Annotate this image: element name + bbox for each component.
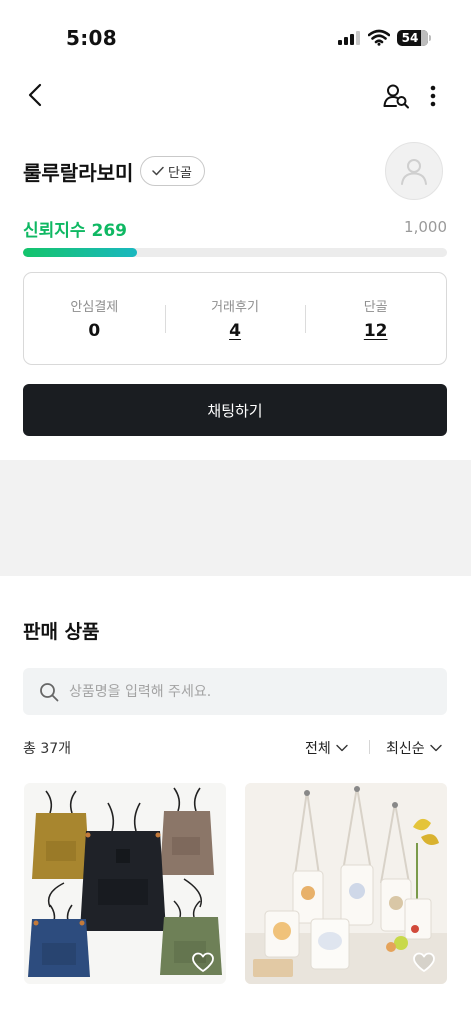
product-card-tumbler-bags[interactable] <box>245 783 447 984</box>
profile-name: 룰루랄라보미 <box>23 161 134 185</box>
wifi-icon <box>367 29 391 50</box>
stats-box: 안심결제 0 거래후기 4 단골 12 <box>23 272 447 365</box>
favorite-button[interactable] <box>190 950 216 974</box>
stat-label: 안심결제 <box>70 300 119 315</box>
heart-icon <box>192 952 214 972</box>
user-search-icon <box>383 84 409 109</box>
trust-score-value: 269 <box>91 221 127 241</box>
battery-icon: 54 <box>397 30 428 46</box>
stat-value[interactable]: 12 <box>364 321 388 341</box>
chevron-down-icon <box>336 744 348 752</box>
more-options-button[interactable] <box>421 80 445 112</box>
avatar-placeholder-icon <box>401 159 427 185</box>
more-vertical-icon <box>430 85 436 107</box>
avatar[interactable] <box>385 142 443 200</box>
filter-divider <box>369 740 370 754</box>
category-filter-label: 전체 <box>305 741 331 757</box>
sort-label: 최신순 <box>386 741 425 757</box>
regular-badge-label: 단골 <box>168 165 192 181</box>
product-card-aprons[interactable] <box>24 783 226 984</box>
stat-label: 거래후기 <box>211 300 259 315</box>
products-section-title: 판매 상품 <box>23 621 100 643</box>
battery-level: 54 <box>401 31 419 45</box>
check-icon <box>152 166 164 176</box>
trust-score-label: 신뢰지수 269 <box>23 216 127 241</box>
product-search-input[interactable] <box>69 683 409 700</box>
trust-score-bar <box>23 248 447 257</box>
trust-score-max: 1,000 <box>404 218 447 236</box>
product-search-box[interactable] <box>23 668 447 715</box>
stat-item[interactable]: 단골 12 <box>305 273 446 364</box>
section-divider <box>0 460 471 576</box>
stat-value[interactable]: 4 <box>229 321 241 341</box>
heart-icon <box>413 952 435 972</box>
category-filter-dropdown[interactable]: 전체 <box>305 738 348 758</box>
stat-item[interactable]: 거래후기 4 <box>164 273 306 364</box>
search-icon <box>39 682 59 702</box>
back-button[interactable] <box>20 80 50 110</box>
favorite-button[interactable] <box>411 950 437 974</box>
trust-score-title: 신뢰지수 <box>23 221 86 241</box>
regular-customer-button[interactable]: 단골 <box>140 156 205 186</box>
status-time: 5:08 <box>66 26 117 50</box>
total-product-count: 총 37개 <box>23 741 72 757</box>
stat-value: 0 <box>88 321 101 341</box>
chat-button[interactable]: 채팅하기 <box>23 384 447 436</box>
stat-label: 단골 <box>363 300 388 315</box>
chevron-down-icon <box>429 744 442 752</box>
cellular-signal-icon <box>338 31 362 45</box>
trust-score-fill <box>23 248 138 257</box>
user-search-button[interactable] <box>380 80 412 112</box>
stat-item: 안심결제 0 <box>24 273 165 364</box>
status-bar: 5:08 54 <box>0 0 471 70</box>
sort-dropdown[interactable]: 최신순 <box>386 738 442 758</box>
back-icon <box>28 83 42 107</box>
